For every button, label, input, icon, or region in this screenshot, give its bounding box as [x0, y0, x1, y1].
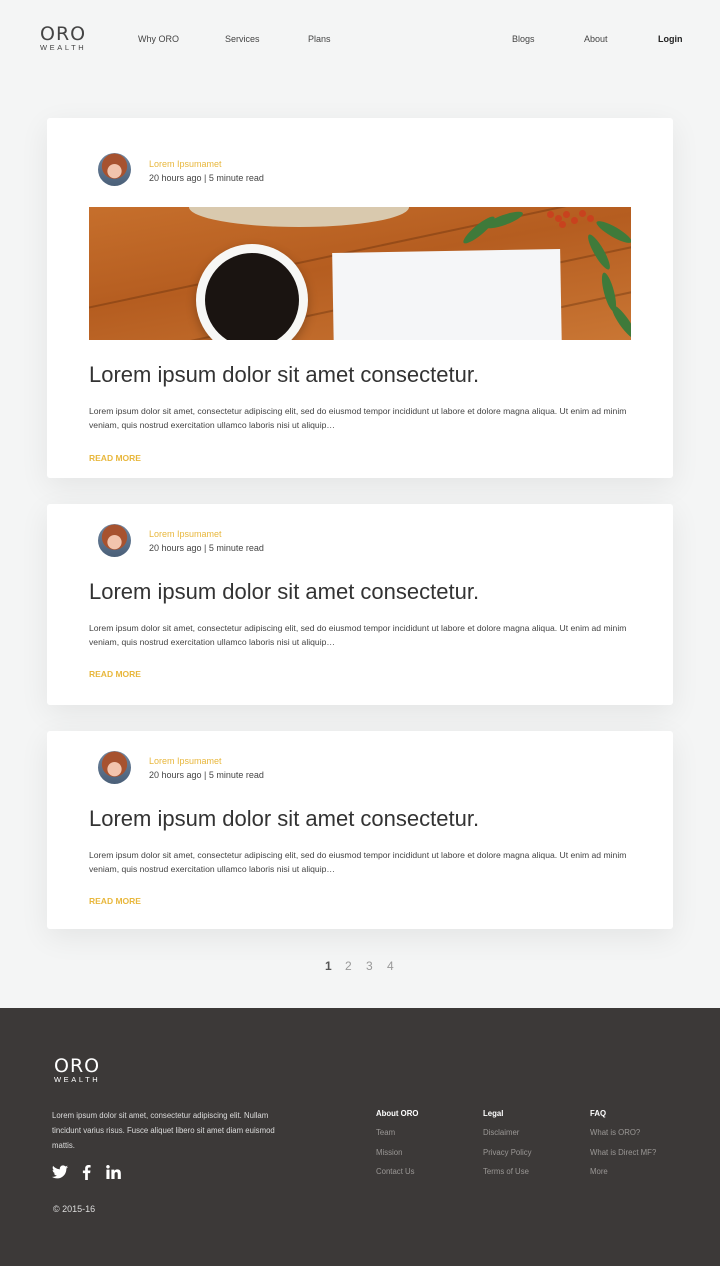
nav-plans[interactable]: Plans — [308, 34, 331, 44]
footer-column-legal: Legal Disclaimer Privacy Policy Terms of… — [483, 1109, 532, 1187]
footer-heading: Legal — [483, 1109, 504, 1118]
logo-wordmark: ORO — [40, 23, 87, 45]
post-excerpt: Lorem ipsum dolor sit amet, consectetur … — [89, 850, 627, 874]
facebook-icon[interactable] — [82, 1165, 91, 1185]
page-link-3[interactable]: 3 — [366, 959, 373, 973]
blog-post-card: Lorem Ipsumamet 20 hours ago | 5 minute … — [47, 118, 673, 478]
post-meta: 20 hours ago | 5 minute read — [149, 770, 264, 780]
read-more-link[interactable]: READ MORE — [89, 453, 141, 463]
page-link-4[interactable]: 4 — [387, 959, 394, 973]
linkedin-icon[interactable] — [106, 1165, 121, 1184]
post-title[interactable]: Lorem ipsum dolor sit amet consectetur. — [89, 806, 479, 832]
nav-blogs[interactable]: Blogs — [512, 34, 535, 44]
oro-wealth-logo[interactable]: ORO WEALTH — [40, 23, 87, 53]
author-avatar — [98, 153, 131, 186]
site-footer: ORO WEALTH Lorem ipsum dolor sit amet, c… — [0, 1008, 720, 1266]
logo-subtitle: WEALTH — [40, 43, 87, 52]
blog-post-card: Lorem Ipsumamet 20 hours ago | 5 minute … — [47, 731, 673, 929]
twitter-icon[interactable] — [52, 1165, 68, 1184]
paper-image — [332, 249, 562, 340]
copyright-text: © 2015-16 — [53, 1204, 96, 1214]
author-name[interactable]: Lorem Ipsumamet — [149, 159, 222, 169]
read-more-link[interactable]: READ MORE — [89, 896, 141, 906]
post-meta: 20 hours ago | 5 minute read — [149, 173, 264, 183]
nav-about[interactable]: About — [584, 34, 608, 44]
footer-link-privacy[interactable]: Privacy Policy — [483, 1148, 532, 1168]
footer-column-faq: FAQ What is ORO? What is Direct MF? More — [590, 1109, 656, 1187]
footer-link-terms[interactable]: Terms of Use — [483, 1167, 532, 1187]
blog-post-card: Lorem Ipsumamet 20 hours ago | 5 minute … — [47, 504, 673, 705]
author-avatar — [98, 751, 131, 784]
nav-why-oro[interactable]: Why ORO — [138, 34, 179, 44]
footer-about-text: Lorem ipsum dolor sit amet, consectetur … — [52, 1111, 275, 1150]
post-hero-image[interactable] — [89, 207, 631, 340]
footer-link-more[interactable]: More — [590, 1167, 656, 1187]
footer-link-contact[interactable]: Contact Us — [376, 1167, 418, 1187]
footer-link-disclaimer[interactable]: Disclaimer — [483, 1128, 532, 1148]
post-meta: 20 hours ago | 5 minute read — [149, 543, 264, 553]
post-title[interactable]: Lorem ipsum dolor sit amet consectetur. — [89, 362, 479, 388]
nav-services[interactable]: Services — [225, 34, 260, 44]
footer-link-what-is-oro[interactable]: What is ORO? — [590, 1128, 656, 1148]
post-excerpt: Lorem ipsum dolor sit amet, consectetur … — [89, 623, 627, 647]
author-name[interactable]: Lorem Ipsumamet — [149, 756, 222, 766]
footer-link-mission[interactable]: Mission — [376, 1148, 418, 1168]
footer-logo[interactable]: ORO WEALTH — [54, 1055, 101, 1085]
footer-logo-subtitle: WEALTH — [54, 1075, 101, 1084]
footer-heading: FAQ — [590, 1109, 607, 1118]
site-header: ORO WEALTH Why ORO Services Plans Blogs … — [0, 0, 720, 80]
footer-heading: About ORO — [376, 1109, 419, 1118]
author-avatar — [98, 524, 131, 557]
post-excerpt: Lorem ipsum dolor sit amet, consectetur … — [89, 406, 627, 430]
post-title[interactable]: Lorem ipsum dolor sit amet consectetur. — [89, 579, 479, 605]
footer-link-direct-mf[interactable]: What is Direct MF? — [590, 1148, 656, 1168]
footer-column-about: About ORO Team Mission Contact Us — [376, 1109, 418, 1187]
page-link-2[interactable]: 2 — [345, 959, 352, 973]
nav-login[interactable]: Login — [658, 34, 683, 44]
footer-link-team[interactable]: Team — [376, 1128, 418, 1148]
page-link-1[interactable]: 1 — [325, 959, 332, 973]
read-more-link[interactable]: READ MORE — [89, 669, 141, 679]
author-name[interactable]: Lorem Ipsumamet — [149, 529, 222, 539]
footer-logo-wordmark: ORO — [54, 1055, 101, 1077]
